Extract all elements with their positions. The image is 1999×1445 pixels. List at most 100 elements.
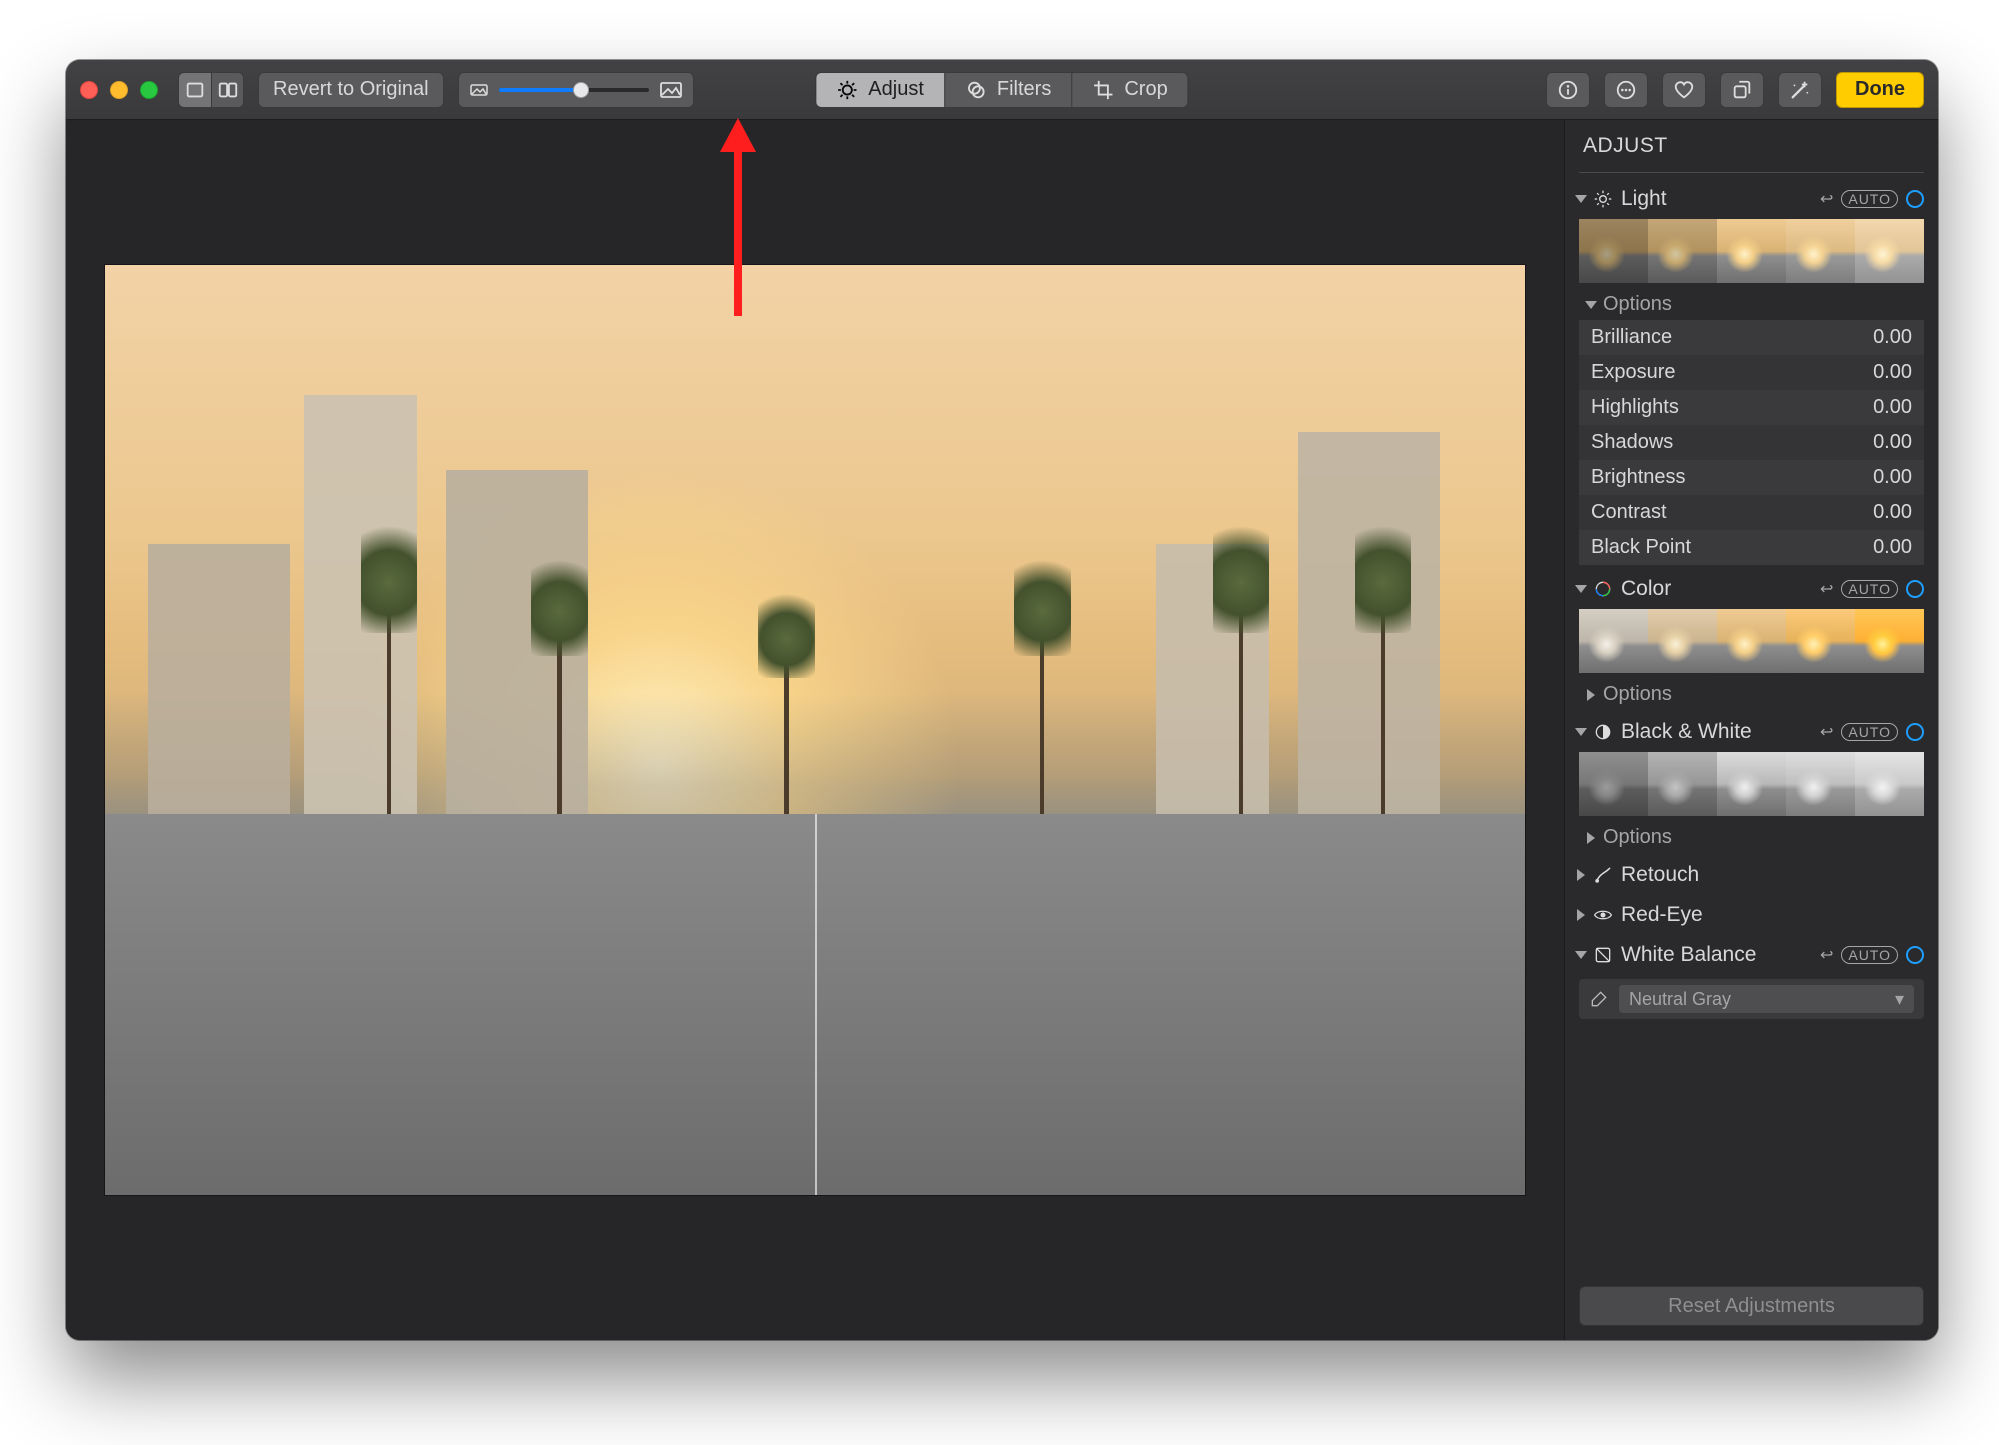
retouch-icon bbox=[1593, 865, 1613, 885]
adjust-tab-label: Adjust bbox=[868, 78, 924, 101]
light-options-toggle[interactable]: Options bbox=[1575, 289, 1928, 320]
chevron-down-icon: ▾ bbox=[1895, 989, 1904, 1010]
disclosure-redeye[interactable] bbox=[1577, 909, 1585, 921]
disclosure-color[interactable] bbox=[1575, 585, 1587, 593]
section-wb-title: White Balance bbox=[1621, 943, 1812, 967]
done-button[interactable]: Done bbox=[1836, 72, 1924, 108]
color-thumb-4[interactable] bbox=[1786, 609, 1855, 673]
bw-preset-thumbs bbox=[1579, 752, 1924, 816]
crop-icon bbox=[1092, 79, 1114, 101]
row-highlights[interactable]: Highlights0.00 bbox=[1579, 390, 1924, 425]
panel-title: ADJUST bbox=[1565, 120, 1938, 172]
color-options-toggle[interactable]: Options bbox=[1575, 679, 1928, 710]
edit-mode-segmented-control: Adjust Filters Crop bbox=[815, 72, 1188, 108]
row-brightness[interactable]: Brightness0.00 bbox=[1579, 460, 1924, 495]
light-options-label: Options bbox=[1603, 293, 1672, 316]
section-redeye: Red-Eye bbox=[1575, 897, 1928, 933]
light-thumb-2[interactable] bbox=[1648, 219, 1717, 283]
bw-options-toggle[interactable]: Options bbox=[1575, 822, 1928, 853]
revert-button[interactable]: Revert to Original bbox=[258, 72, 444, 108]
crop-tab[interactable]: Crop bbox=[1071, 73, 1187, 107]
more-button[interactable] bbox=[1604, 72, 1648, 108]
panel-footer: Reset Adjustments bbox=[1565, 1276, 1938, 1340]
revert-label: Revert to Original bbox=[273, 78, 429, 101]
reset-adjustments-button[interactable]: Reset Adjustments bbox=[1579, 1286, 1924, 1326]
editor-body: ADJUST Light ↩︎ AUTO bbox=[66, 120, 1938, 1340]
undo-light-button[interactable]: ↩︎ bbox=[1820, 189, 1833, 209]
disclosure-retouch[interactable] bbox=[1577, 869, 1585, 881]
auto-color-button[interactable]: AUTO bbox=[1841, 580, 1898, 598]
filters-tab-label: Filters bbox=[997, 78, 1051, 101]
auto-wb-button[interactable]: AUTO bbox=[1841, 946, 1898, 964]
undo-bw-button[interactable]: ↩︎ bbox=[1820, 722, 1833, 742]
close-window-button[interactable] bbox=[80, 81, 98, 99]
row-shadows[interactable]: Shadows0.00 bbox=[1579, 425, 1924, 460]
single-view-button[interactable] bbox=[179, 73, 211, 107]
section-white-balance: White Balance ↩︎ AUTO Neutral Gray ▾ bbox=[1575, 937, 1928, 1019]
disclosure-bw[interactable] bbox=[1575, 728, 1587, 736]
auto-light-button[interactable]: AUTO bbox=[1841, 190, 1898, 208]
bw-thumb-4[interactable] bbox=[1786, 752, 1855, 816]
undo-wb-button[interactable]: ↩︎ bbox=[1820, 945, 1833, 965]
bw-thumb-2[interactable] bbox=[1648, 752, 1717, 816]
filters-icon bbox=[965, 79, 987, 101]
panel-scroll[interactable]: Light ↩︎ AUTO bbox=[1565, 177, 1938, 1276]
minimize-window-button[interactable] bbox=[110, 81, 128, 99]
light-thumb-4[interactable] bbox=[1786, 219, 1855, 283]
auto-bw-button[interactable]: AUTO bbox=[1841, 723, 1898, 741]
favorite-button[interactable] bbox=[1662, 72, 1706, 108]
wb-mode-popup[interactable]: Neutral Gray ▾ bbox=[1619, 985, 1914, 1013]
light-icon bbox=[1593, 189, 1613, 209]
wb-mode-value: Neutral Gray bbox=[1629, 989, 1731, 1010]
enable-wb-toggle[interactable] bbox=[1906, 946, 1924, 964]
undo-color-button[interactable]: ↩︎ bbox=[1820, 579, 1833, 599]
row-contrast[interactable]: Contrast0.00 bbox=[1579, 495, 1924, 530]
row-brilliance[interactable]: Brilliance0.00 bbox=[1579, 320, 1924, 355]
image-canvas[interactable] bbox=[66, 120, 1564, 1340]
light-thumb-3[interactable] bbox=[1717, 219, 1786, 283]
section-retouch-title: Retouch bbox=[1621, 863, 1924, 887]
color-thumb-5[interactable] bbox=[1855, 609, 1924, 673]
color-thumb-2[interactable] bbox=[1648, 609, 1717, 673]
row-black-point[interactable]: Black Point0.00 bbox=[1579, 530, 1924, 565]
color-preset-thumbs bbox=[1579, 609, 1924, 673]
bw-options-label: Options bbox=[1603, 826, 1672, 849]
edited-photo bbox=[105, 265, 1525, 1195]
light-thumb-5[interactable] bbox=[1855, 219, 1924, 283]
zoom-in-icon bbox=[659, 81, 683, 99]
adjust-tab[interactable]: Adjust bbox=[816, 73, 944, 107]
bw-thumb-1[interactable] bbox=[1579, 752, 1648, 816]
color-options-label: Options bbox=[1603, 683, 1672, 706]
section-redeye-title: Red-Eye bbox=[1621, 903, 1924, 927]
rotate-button[interactable] bbox=[1720, 72, 1764, 108]
split-view-button[interactable] bbox=[211, 73, 243, 107]
crop-tab-label: Crop bbox=[1124, 78, 1167, 101]
color-thumb-1[interactable] bbox=[1579, 609, 1648, 673]
bw-thumb-3[interactable] bbox=[1717, 752, 1786, 816]
enable-light-toggle[interactable] bbox=[1906, 190, 1924, 208]
enable-color-toggle[interactable] bbox=[1906, 580, 1924, 598]
fullscreen-window-button[interactable] bbox=[140, 81, 158, 99]
auto-enhance-button[interactable] bbox=[1778, 72, 1822, 108]
section-retouch: Retouch bbox=[1575, 857, 1928, 893]
disclosure-light[interactable] bbox=[1575, 195, 1587, 203]
white-balance-icon bbox=[1593, 945, 1613, 965]
row-exposure[interactable]: Exposure0.00 bbox=[1579, 355, 1924, 390]
bw-thumb-5[interactable] bbox=[1855, 752, 1924, 816]
enable-bw-toggle[interactable] bbox=[1906, 723, 1924, 741]
section-color: Color ↩︎ AUTO bbox=[1575, 571, 1928, 710]
color-icon bbox=[1593, 579, 1613, 599]
redeye-icon bbox=[1593, 905, 1613, 925]
eyedropper-icon[interactable] bbox=[1589, 989, 1609, 1009]
section-bw-title: Black & White bbox=[1621, 720, 1812, 744]
light-thumb-1[interactable] bbox=[1579, 219, 1648, 283]
light-rows: Brilliance0.00 Exposure0.00 Highlights0.… bbox=[1579, 320, 1924, 565]
zoom-control[interactable] bbox=[458, 72, 694, 108]
filters-tab[interactable]: Filters bbox=[944, 73, 1071, 107]
color-thumb-3[interactable] bbox=[1717, 609, 1786, 673]
zoom-slider[interactable] bbox=[499, 88, 649, 92]
info-button[interactable] bbox=[1546, 72, 1590, 108]
light-preset-thumbs bbox=[1579, 219, 1924, 283]
app-window: Revert to Original bbox=[66, 60, 1938, 1340]
disclosure-wb[interactable] bbox=[1575, 951, 1587, 959]
